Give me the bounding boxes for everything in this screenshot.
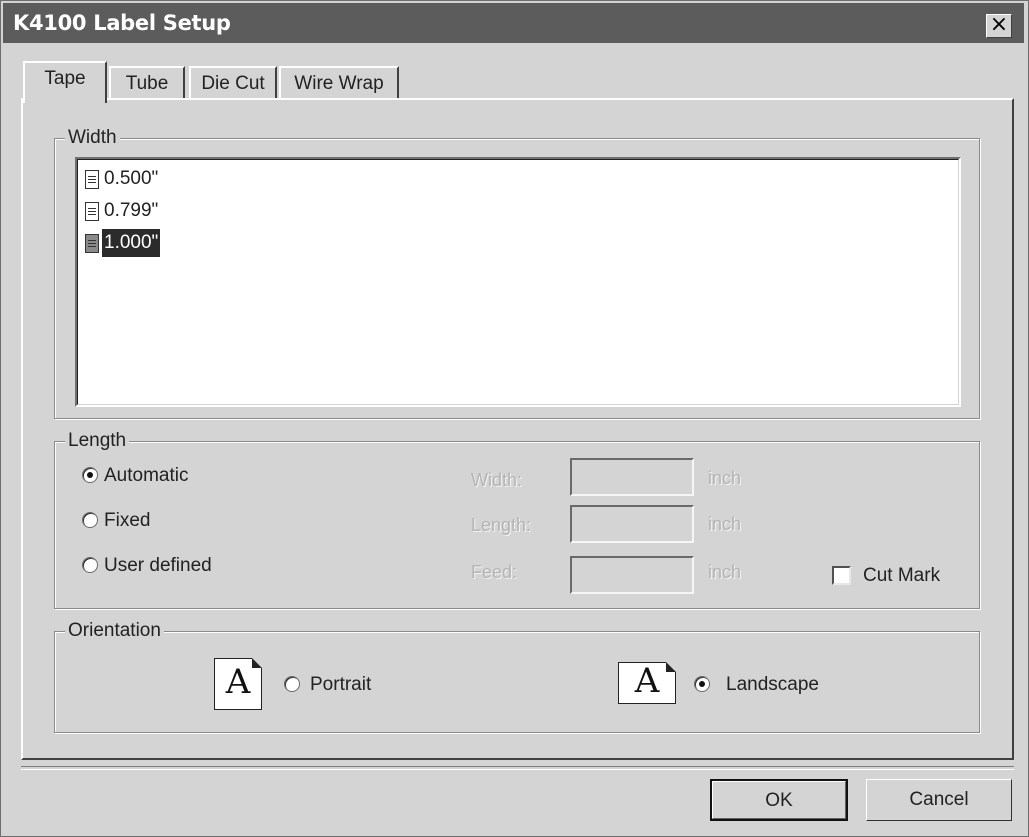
close-icon: ×	[989, 12, 1009, 37]
label-setup-dialog: K4100 Label Setup × Tape Tube Die Cut Wi…	[0, 0, 1029, 837]
tab-die-cut[interactable]: Die Cut	[189, 66, 277, 102]
feed-unit: inch	[708, 562, 742, 582]
cut-mark-checkbox[interactable]	[832, 566, 851, 585]
cut-mark-label: Cut Mark	[863, 565, 941, 586]
portrait-page-icon: A	[214, 658, 262, 710]
document-icon	[85, 202, 99, 221]
portrait-label: Portrait	[310, 674, 372, 695]
landscape-label: Landscape	[726, 674, 819, 695]
landscape-icon-letter: A	[634, 661, 660, 701]
orientation-group	[54, 631, 980, 733]
tab-die-cut-label: Die Cut	[201, 73, 265, 94]
portrait-radio[interactable]	[284, 676, 300, 692]
window-title: K4100 Label Setup	[13, 11, 231, 35]
length-group-legend: Length	[65, 430, 130, 452]
width-item-label: 0.500"	[104, 168, 159, 189]
close-button[interactable]: ×	[986, 12, 1012, 38]
fixed-label: Fixed	[104, 510, 151, 531]
tab-tape[interactable]: Tape	[23, 61, 107, 103]
cancel-button[interactable]: Cancel	[866, 779, 1012, 821]
tab-wire-wrap[interactable]: Wire Wrap	[279, 66, 399, 102]
length-field-label: Length:	[471, 515, 532, 535]
width-field-label: Width:	[471, 470, 523, 490]
width-field[interactable]	[570, 458, 694, 496]
feed-field[interactable]	[570, 556, 694, 594]
orientation-group-legend: Orientation	[65, 620, 164, 642]
portrait-icon-letter: A	[225, 662, 251, 702]
width-item-label: 1.000"	[102, 229, 161, 257]
tab-wire-wrap-label: Wire Wrap	[294, 73, 384, 94]
length-unit: inch	[708, 514, 742, 534]
fixed-radio[interactable]	[82, 512, 98, 528]
document-icon	[85, 234, 99, 253]
title-bar[interactable]: K4100 Label Setup	[3, 3, 1024, 43]
automatic-radio[interactable]	[82, 467, 98, 483]
user-defined-label: User defined	[104, 555, 212, 576]
tab-tube[interactable]: Tube	[109, 66, 185, 102]
tab-tape-label: Tape	[44, 68, 86, 89]
automatic-label: Automatic	[104, 465, 189, 486]
width-item-label: 0.799"	[104, 200, 159, 221]
width-listbox[interactable]: 0.500" 0.799" 1.000"	[75, 157, 961, 407]
width-group-legend: Width	[65, 127, 120, 149]
landscape-radio[interactable]	[694, 676, 710, 692]
button-separator	[21, 766, 1014, 770]
feed-field-label: Feed:	[471, 562, 518, 582]
tab-tube-label: Tube	[125, 73, 169, 94]
length-field[interactable]	[570, 505, 694, 543]
ok-button[interactable]: OK	[710, 779, 848, 821]
width-unit: inch	[708, 468, 742, 488]
user-defined-radio[interactable]	[82, 557, 98, 573]
document-icon	[85, 170, 99, 189]
landscape-page-icon: A	[618, 661, 676, 704]
